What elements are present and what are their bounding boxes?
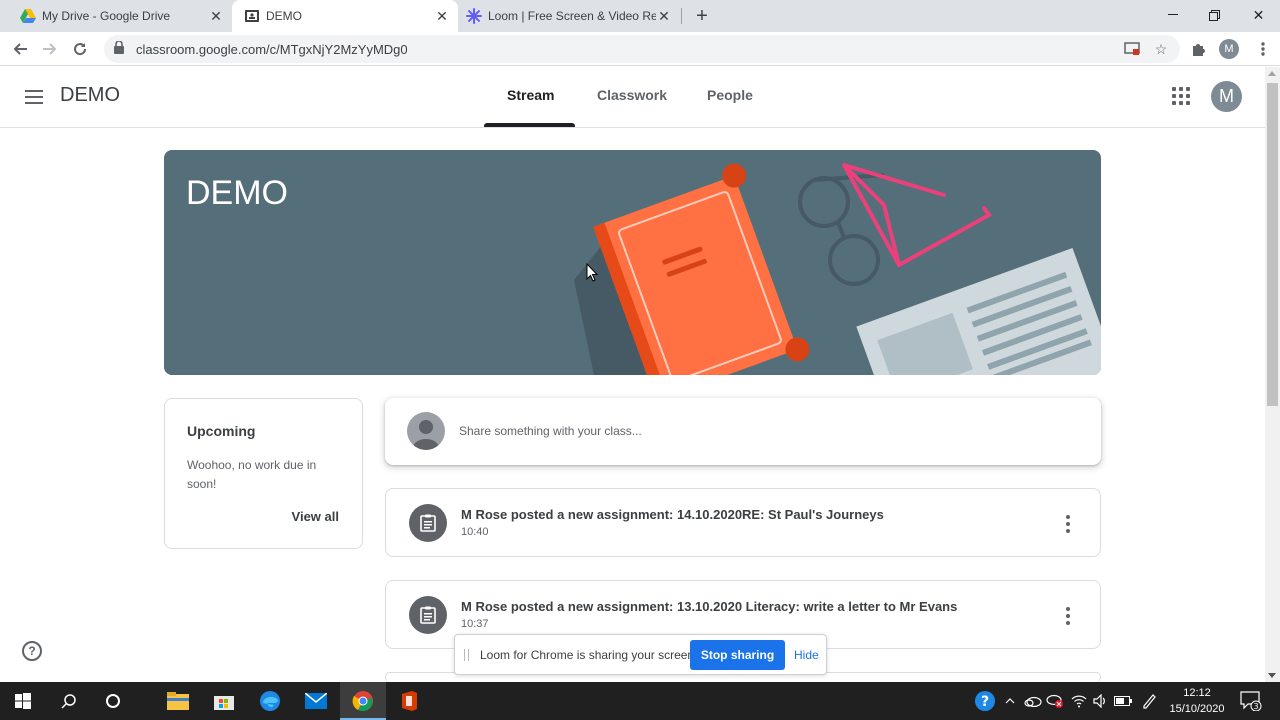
forward-button[interactable] [38, 37, 62, 61]
post-time: 10:40 [461, 526, 489, 538]
restore-button[interactable] [1192, 0, 1237, 30]
show-hidden-icons-chevron-icon[interactable] [1000, 682, 1020, 720]
notifications-icon[interactable]: 3 [1236, 682, 1266, 720]
more-options-icon[interactable] [1066, 607, 1070, 625]
share-box[interactable]: Share something with your class... [385, 398, 1101, 465]
clock-time: 12:12 [1183, 687, 1211, 699]
stop-sharing-button[interactable]: Stop sharing [690, 640, 785, 670]
main-menu-icon[interactable] [22, 85, 46, 109]
tab-title: DEMO [266, 9, 302, 23]
scroll-down-arrow-icon[interactable] [1268, 673, 1276, 678]
tab-title: Loom | Free Screen & Video Reco [488, 9, 656, 23]
help-tray-icon[interactable]: ? [972, 682, 998, 720]
tab-loom[interactable]: Loom | Free Screen & Video Reco ✕ [458, 0, 680, 32]
chrome-menu-icon[interactable] [1251, 37, 1275, 61]
wifi-icon[interactable] [1068, 682, 1090, 720]
hide-link[interactable]: Hide [794, 648, 819, 662]
url-text: classroom.google.com/c/MTgxNjY2MzYyMDg0 [136, 41, 408, 57]
assignment-icon [409, 596, 447, 634]
mail-icon[interactable] [293, 682, 339, 720]
post-title[interactable]: M Rose posted a new assignment: 14.10.20… [461, 507, 884, 522]
scroll-up-arrow-icon[interactable] [1268, 71, 1276, 76]
banner-illustration [574, 163, 1101, 375]
google-drive-icon [20, 8, 36, 24]
close-tab-icon[interactable]: ✕ [656, 8, 672, 24]
edge-browser-icon[interactable] [247, 682, 293, 720]
share-placeholder[interactable]: Share something with your class... [459, 424, 642, 438]
close-tab-icon[interactable]: ✕ [434, 8, 450, 24]
stream-post[interactable]: M Rose posted a new assignment: 14.10.20… [385, 488, 1101, 557]
tab-title: My Drive - Google Drive [42, 9, 171, 23]
assignment-icon [409, 504, 447, 542]
tab-separator [681, 8, 682, 24]
battery-icon[interactable] [1112, 682, 1134, 720]
banner-class-title: DEMO [186, 174, 288, 212]
file-explorer-icon[interactable] [155, 682, 201, 720]
tab-demo[interactable]: DEMO ✕ [232, 0, 458, 32]
drag-handle-icon[interactable] [464, 649, 469, 661]
extensions-puzzle-icon[interactable] [1187, 37, 1211, 61]
sync-error-icon[interactable] [1044, 682, 1066, 720]
user-avatar-icon [407, 412, 445, 450]
windows-start-icon[interactable] [0, 682, 46, 720]
mouse-cursor-icon [586, 263, 598, 282]
cast-icon[interactable] [1122, 39, 1142, 59]
class-banner: DEMO [164, 150, 1101, 375]
minimize-button[interactable] [1150, 0, 1195, 30]
loom-sharing-bar: Loom for Chrome is sharing your screen. … [454, 634, 827, 675]
svg-text:?: ? [981, 694, 989, 710]
tab-google-drive[interactable]: My Drive - Google Drive ✕ [0, 0, 232, 32]
volume-icon[interactable] [1090, 682, 1112, 720]
classroom-header: DEMO Stream Classwork People M [0, 67, 1265, 128]
loom-message: Loom for Chrome is sharing your screen. [480, 648, 698, 662]
google-apps-icon[interactable] [1172, 87, 1190, 105]
pen-workspace-icon[interactable] [1136, 682, 1162, 720]
clock-date: 15/10/2020 [1169, 703, 1225, 715]
windows-taskbar: ? 12:12 15/10/2020 3 [0, 682, 1280, 720]
new-tab-button[interactable]: + [690, 4, 714, 28]
notification-count: 3 [1253, 702, 1258, 711]
tab-people[interactable]: People [707, 87, 753, 103]
profile-avatar[interactable]: M [1217, 37, 1241, 61]
office-icon[interactable] [386, 682, 432, 720]
upcoming-message: Woohoo, no work due in soon! [187, 458, 317, 491]
search-icon[interactable] [46, 682, 92, 720]
tab-classwork[interactable]: Classwork [597, 87, 667, 103]
onedrive-icon[interactable] [1022, 682, 1044, 720]
lock-icon [114, 40, 128, 57]
post-title[interactable]: M Rose posted a new assignment: 13.10.20… [461, 599, 957, 614]
close-window-button[interactable]: ✕ [1236, 0, 1280, 30]
browser-tab-strip: My Drive - Google Drive ✕ DEMO ✕ Loom | … [0, 0, 1280, 32]
page-scrollbar[interactable] [1265, 67, 1280, 682]
chrome-taskbar-icon[interactable] [340, 682, 386, 720]
close-tab-icon[interactable]: ✕ [208, 8, 224, 24]
upcoming-card: Upcoming Woohoo, no work due in soon! Vi… [164, 398, 363, 549]
class-title[interactable]: DEMO [60, 84, 120, 107]
more-options-icon[interactable] [1066, 515, 1070, 533]
reload-button[interactable] [68, 37, 92, 61]
cortana-icon[interactable] [90, 682, 136, 720]
help-icon[interactable]: ? [22, 641, 42, 661]
tab-stream[interactable]: Stream [507, 87, 554, 103]
view-all-link[interactable]: View all [292, 509, 339, 524]
loom-icon [466, 8, 482, 24]
microsoft-store-icon[interactable] [201, 682, 247, 720]
active-tab-indicator [484, 123, 575, 127]
address-bar[interactable]: classroom.google.com/c/MTgxNjY2MzYyMDg0 … [104, 35, 1180, 63]
classroom-icon [244, 8, 260, 24]
bookmark-star-icon[interactable]: ☆ [1151, 39, 1171, 59]
account-avatar[interactable]: M [1211, 81, 1242, 112]
browser-toolbar: classroom.google.com/c/MTgxNjY2MzYyMDg0 … [0, 32, 1280, 66]
scrollbar-thumb[interactable] [1267, 83, 1278, 406]
upcoming-heading: Upcoming [187, 423, 256, 439]
taskbar-clock[interactable]: 12:12 15/10/2020 [1164, 685, 1230, 717]
post-time: 10:37 [461, 618, 489, 630]
back-button[interactable] [8, 37, 32, 61]
